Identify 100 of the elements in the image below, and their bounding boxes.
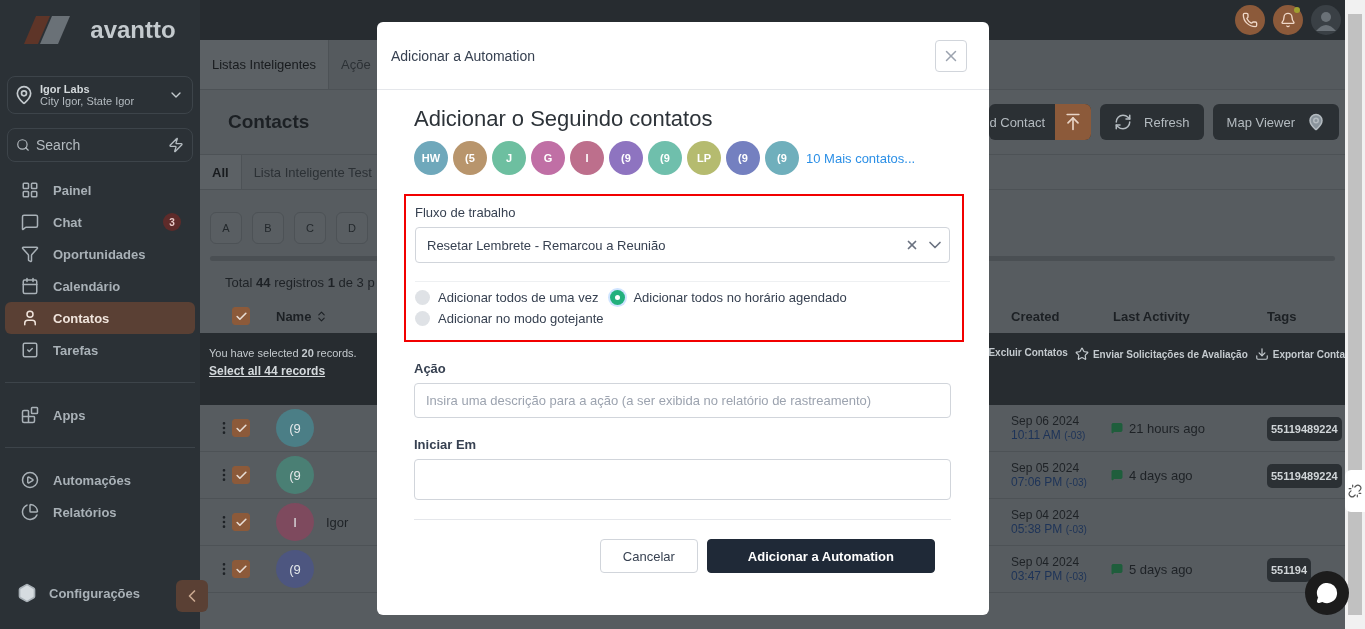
search-field[interactable]: Search [7,128,193,162]
created-time: 07:06 PM (-03) [1011,475,1088,489]
select-all-link[interactable]: Select all 44 records [209,364,326,378]
modal-title: Adicionar a Automation [391,47,535,64]
check-icon [234,468,248,482]
row-checkbox[interactable] [232,466,250,484]
clear-icon[interactable] [905,238,919,252]
field-label: Fluxo de trabalho [415,205,516,220]
contact-avatar: (9 [276,550,314,588]
nav-item[interactable]: Calendário [5,270,195,302]
action-input[interactable]: Insira uma descrição para a ação (a ser exibida no relatório de rastreamento) [414,383,951,418]
contact-avatar: (9 [276,409,314,447]
radio-button[interactable] [610,290,626,305]
bulk-action-button[interactable]: Exportar Conta [1254,347,1345,361]
chat-bubble-icon [1316,582,1338,604]
nav-item[interactable]: Automações [5,464,195,496]
refresh-icon [1114,113,1133,131]
check-icon [234,309,248,323]
start-input[interactable] [414,459,951,500]
nav-item[interactable]: Relatórios [5,496,195,528]
phone-button[interactable] [1235,5,1265,35]
page-title: Contacts [228,111,310,133]
nav-item[interactable]: Oportunidades [5,238,195,270]
bulk-action-button[interactable]: Enviar Solicitações de Avaliação [1074,347,1248,361]
chat-icon [21,213,39,231]
location-name: Igor Labs [40,83,90,95]
collapse-sidebar-button[interactable] [176,580,208,612]
calendar-icon [21,277,39,295]
field-label: Ação [414,361,447,376]
person-icon [21,309,39,327]
download-icon [1254,347,1269,361]
tag-chip: 55119489224 [1267,416,1342,441]
check-icon [234,515,248,529]
funnel-icon [21,245,39,263]
pie-chart-icon [21,503,39,521]
map-viewer-button[interactable]: Map Viewer [1212,104,1339,140]
radio-button[interactable] [415,311,430,326]
contact-avatar: LP [687,141,721,175]
check-icon [234,562,248,576]
records-summary: Total 44 registros 1 de 3 p [224,274,376,292]
contact-avatar: (9 [765,141,799,175]
grid-icon [21,181,39,199]
upload-icon[interactable] [1055,104,1092,140]
location-address: City Igor, State Igor [40,95,135,107]
logo-text: avantto [90,16,176,44]
contact-avatar: (9 [276,456,314,494]
cancel-button[interactable]: Cancelar [599,539,698,573]
row-checkbox[interactable] [232,513,250,531]
notifications-button[interactable] [1273,5,1303,35]
refresh-button[interactable]: Refresh [1100,104,1204,140]
contact-avatar: HW [414,141,448,175]
check-icon [234,421,248,435]
workflow-select[interactable]: Resetar Lembrete - Remarcou a Reunião [415,227,950,263]
contact-avatar: (9 [609,141,643,175]
nav-item[interactable]: Tarefas [5,334,195,366]
lightning-icon[interactable] [168,137,184,153]
radio-button[interactable] [415,290,430,305]
message-icon [1111,469,1123,481]
created-time: 03:47 PM (-03) [1011,569,1088,583]
selection-message: You have selected 20 records. [209,347,357,359]
tag-chip: 551194 [1267,557,1312,582]
select-all-checkbox[interactable] [232,307,250,325]
radio-option[interactable]: Adicionar todos no horário agendado [610,290,847,305]
bulk-action-button[interactable]: Excluir Contatos [988,347,1068,358]
created-date: Sep 05 2024 [1011,461,1081,475]
more-contacts-link[interactable]: 10 Mais contatos... [806,150,916,166]
location-selector[interactable]: Igor Labs City Igor, State Igor [7,76,193,114]
created-date: Sep 04 2024 [1011,555,1081,569]
map-pin-icon [1307,113,1325,131]
created-date: Sep 06 2024 [1011,414,1081,428]
play-icon [21,471,39,489]
add-button[interactable]: Adicionar a Automation [706,539,935,573]
nav-item[interactable]: Apps [5,399,195,431]
search-icon [16,138,30,152]
radio-option[interactable]: Adicionar todos de uma vez [415,290,599,305]
nav-item[interactable]: Contatos [5,302,195,334]
blocks-icon [21,406,39,424]
contact-avatar: J [492,141,526,175]
side-tab-button[interactable] [1345,470,1365,512]
created-time: 05:38 PM (-03) [1011,522,1088,536]
contact-avatar: (5 [453,141,487,175]
message-icon [1111,422,1123,434]
user-avatar[interactable] [1311,5,1341,35]
radio-option[interactable]: Adicionar no modo gotejante [415,311,604,326]
settings-item[interactable]: Configurações [5,577,140,609]
last-activity: 5 days ago [1129,561,1193,577]
message-icon [1111,563,1123,575]
unread-badge: 3 [163,213,181,231]
row-checkbox[interactable] [232,560,250,578]
add-contact-button[interactable]: d Contact [989,104,1092,140]
contact-avatar: (9 [648,141,682,175]
contact-avatar: I [570,141,604,175]
nav-item[interactable]: Painel [5,174,195,206]
checkbox-icon [21,341,39,359]
contact-avatar: (9 [726,141,760,175]
last-activity: 21 hours ago [1129,420,1205,436]
scrollbar[interactable] [1345,0,1365,629]
nav-item[interactable]: Chat 3 [5,206,195,238]
row-checkbox[interactable] [232,419,250,437]
unlink-icon [1348,484,1362,498]
